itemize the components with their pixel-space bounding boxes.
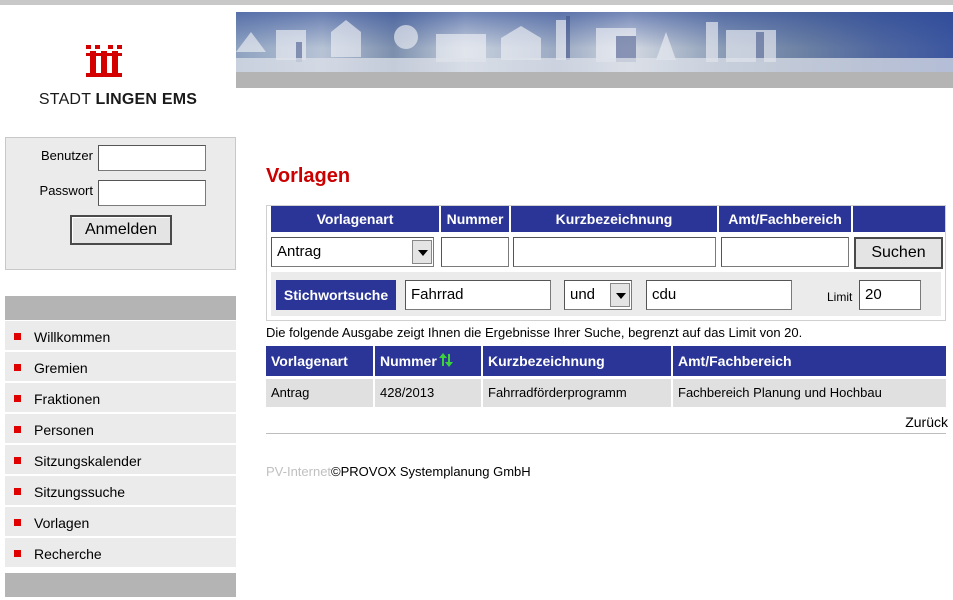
page-title: Vorlagen bbox=[266, 165, 351, 187]
search-header-vorlagenart: Vorlagenart bbox=[271, 206, 439, 232]
results-header-vorlagenart[interactable]: Vorlagenart bbox=[266, 346, 373, 376]
nav-item-label: Sitzungskalender bbox=[34, 453, 142, 469]
nav-item-label: Personen bbox=[34, 422, 94, 438]
limit-input[interactable]: 20 bbox=[859, 280, 921, 310]
bullet-icon bbox=[14, 426, 21, 433]
results-header-nummer-label: Nummer bbox=[380, 353, 437, 369]
logo-area: STADT LINGEN EMS bbox=[0, 5, 236, 133]
username-label: Benutzer bbox=[40, 148, 93, 163]
search-header-kurzbezeichnung: Kurzbezeichnung bbox=[511, 206, 717, 232]
vorlagenart-select-value: Antrag bbox=[277, 243, 322, 260]
nav-item-willkommen[interactable]: Willkommen bbox=[5, 321, 236, 352]
results-header-kurzbezeichnung[interactable]: Kurzbezeichnung bbox=[483, 346, 671, 376]
footer-copyright: ©PROVOX Systemplanung GmbH bbox=[331, 464, 531, 479]
city-crest-icon bbox=[86, 45, 122, 77]
keyword1-input[interactable]: Fahrrad bbox=[405, 280, 551, 310]
sort-arrows-icon[interactable] bbox=[438, 353, 453, 367]
results-info-text: Die folgende Ausgabe zeigt Ihnen die Erg… bbox=[266, 325, 803, 340]
bullet-icon bbox=[14, 333, 21, 340]
kurzbezeichnung-input[interactable] bbox=[513, 237, 716, 267]
bullet-icon bbox=[14, 457, 21, 464]
keyword-search-label: Stichwortsuche bbox=[276, 280, 396, 310]
city-name: STADT LINGEN EMS bbox=[0, 91, 236, 109]
table-cell-vorlagenart: Antrag bbox=[266, 379, 373, 407]
nav-header-bar bbox=[5, 296, 236, 320]
banner-bottom bbox=[236, 58, 953, 72]
nav-item-personen[interactable]: Personen bbox=[5, 414, 236, 445]
back-link[interactable]: Zurück bbox=[905, 414, 948, 430]
amt-input[interactable] bbox=[721, 237, 849, 267]
bullet-icon bbox=[14, 395, 21, 402]
operator-select-value: und bbox=[570, 286, 596, 303]
header-grey-strip bbox=[236, 72, 953, 88]
nav-item-fraktionen[interactable]: Fraktionen bbox=[5, 383, 236, 414]
table-cell-nummer[interactable]: 428/2013 bbox=[375, 379, 481, 407]
username-input[interactable] bbox=[98, 145, 206, 171]
bullet-icon bbox=[14, 364, 21, 371]
login-button[interactable]: Anmelden bbox=[70, 215, 172, 245]
table-cell-kurzbezeichnung[interactable]: Fahrradförderprogramm bbox=[483, 379, 671, 407]
nummer-input[interactable] bbox=[441, 237, 509, 267]
nav-footer-bar bbox=[5, 573, 236, 597]
password-input[interactable] bbox=[98, 180, 206, 206]
keyword2-input[interactable]: cdu bbox=[646, 280, 792, 310]
divider bbox=[266, 433, 946, 434]
search-header-nummer: Nummer bbox=[441, 206, 509, 232]
results-header-nummer[interactable]: Nummer bbox=[375, 346, 481, 376]
bullet-icon bbox=[14, 488, 21, 495]
results-header-amt[interactable]: Amt/Fachbereich bbox=[673, 346, 946, 376]
search-button[interactable]: Suchen bbox=[854, 237, 943, 269]
city-name-prefix: STADT bbox=[38, 91, 91, 108]
nav-item-label: Gremien bbox=[34, 360, 88, 376]
header-banner-image bbox=[236, 12, 953, 72]
city-name-bold: LINGEN EMS bbox=[95, 91, 198, 108]
search-header-amt: Amt/Fachbereich bbox=[719, 206, 851, 232]
operator-select[interactable]: und bbox=[564, 280, 632, 310]
login-panel: Benutzer Passwort Anmelden bbox=[5, 137, 236, 270]
password-label: Passwort bbox=[39, 183, 93, 198]
nav-item-label: Willkommen bbox=[34, 329, 111, 345]
chevron-down-icon[interactable] bbox=[610, 283, 630, 307]
search-form: Vorlagenart Nummer Kurzbezeichnung Amt/F… bbox=[266, 205, 946, 321]
nav-item-gremien[interactable]: Gremien bbox=[5, 352, 236, 383]
nav-item-recherche[interactable]: Recherche bbox=[5, 538, 236, 569]
table-cell-amt: Fachbereich Planung und Hochbau bbox=[673, 379, 946, 407]
chevron-down-icon[interactable] bbox=[412, 240, 432, 264]
main-nav: Willkommen Gremien Fraktionen Personen S… bbox=[5, 321, 236, 569]
limit-label: Limit bbox=[827, 290, 853, 304]
nav-item-sitzungskalender[interactable]: Sitzungskalender bbox=[5, 445, 236, 476]
footer: PV-Internet©PROVOX Systemplanung GmbH bbox=[266, 464, 531, 479]
nav-item-label: Recherche bbox=[34, 546, 102, 562]
search-header-blank bbox=[853, 206, 945, 232]
bullet-icon bbox=[14, 519, 21, 526]
nav-item-vorlagen[interactable]: Vorlagen bbox=[5, 507, 236, 538]
vorlagenart-select[interactable]: Antrag bbox=[271, 237, 434, 267]
nav-item-label: Sitzungssuche bbox=[34, 484, 126, 500]
bullet-icon bbox=[14, 550, 21, 557]
nav-item-label: Fraktionen bbox=[34, 391, 101, 407]
footer-product[interactable]: PV-Internet bbox=[266, 464, 331, 479]
nav-item-sitzungssuche[interactable]: Sitzungssuche bbox=[5, 476, 236, 507]
nav-item-label: Vorlagen bbox=[34, 515, 90, 531]
